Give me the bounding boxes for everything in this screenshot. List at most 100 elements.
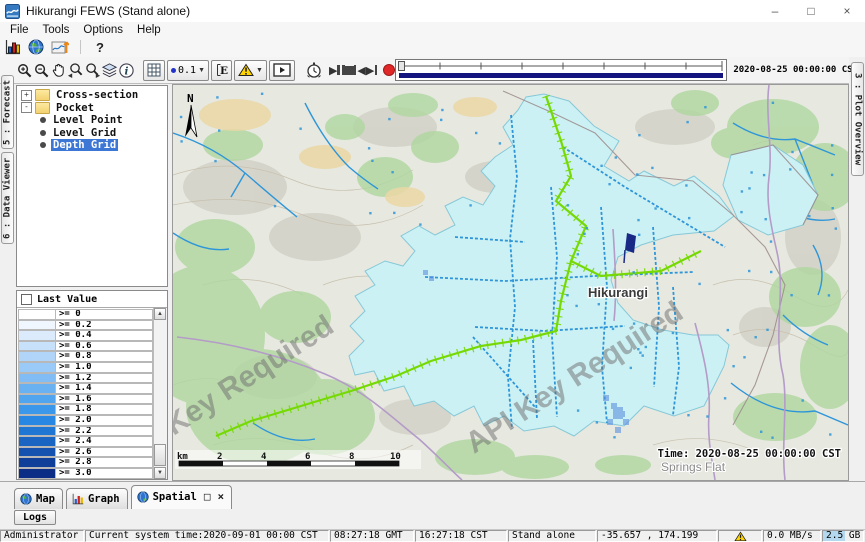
legend-swatch xyxy=(18,341,56,352)
legend-label: >= 1.6 xyxy=(56,394,153,405)
label-toggle-button[interactable]: E xyxy=(211,60,232,81)
zoom-in-icon[interactable] xyxy=(16,60,33,81)
legend-label: >= 1.4 xyxy=(56,383,153,394)
tree-item-label: Depth Grid xyxy=(51,139,118,151)
folder-icon xyxy=(35,102,50,114)
legend-row[interactable]: >= 2.0 xyxy=(18,415,153,426)
map-view[interactable]: API Key Required API Key Required Hikura… xyxy=(172,84,849,481)
skip-to-start-button[interactable]: ◀ xyxy=(354,60,365,80)
spatial-display-icon[interactable] xyxy=(51,39,69,55)
legend-row[interactable]: >= 2.8 xyxy=(18,457,153,468)
legend-row[interactable]: >= 1.8 xyxy=(18,404,153,415)
label-icon: E xyxy=(215,63,228,77)
tree-item-cross-section[interactable]: +Cross-section xyxy=(17,89,167,102)
timer-icon[interactable] xyxy=(305,60,323,81)
graph-icon xyxy=(72,493,84,505)
contour-interval-dropdown[interactable]: 0.1 ▼ xyxy=(167,60,209,81)
legend-row[interactable]: >= 1.6 xyxy=(18,394,153,405)
status-warning[interactable] xyxy=(718,530,762,542)
svg-text:km: km xyxy=(177,452,188,462)
menu-options[interactable]: Options xyxy=(76,24,130,36)
statistics-icon[interactable] xyxy=(5,39,21,55)
timeline-ruler xyxy=(396,60,726,72)
tree-item-level-point[interactable]: Level Point xyxy=(17,114,167,127)
zoom-out-icon[interactable] xyxy=(33,60,50,81)
menu-bar: File Tools Options Help xyxy=(0,22,865,37)
legend-row[interactable]: >= 0.4 xyxy=(18,330,153,341)
stop-button[interactable] xyxy=(345,60,354,80)
timeline-thumb[interactable] xyxy=(398,61,405,71)
legend-row[interactable]: >= 3.0 xyxy=(18,468,153,479)
map-globe-icon xyxy=(20,493,32,505)
animation-button[interactable] xyxy=(269,60,295,81)
legend-row[interactable]: >= 0.2 xyxy=(18,320,153,331)
tab-data-viewer[interactable]: 6 : Data Viewer xyxy=(1,152,14,244)
chevron-down-icon: ▼ xyxy=(256,67,263,74)
legend-row[interactable]: >= 1.0 xyxy=(18,362,153,373)
legend-row[interactable]: >= 3.2 xyxy=(18,479,153,480)
menu-tools[interactable]: Tools xyxy=(36,24,77,36)
minimize-button[interactable]: – xyxy=(757,0,793,22)
grid-display-button[interactable] xyxy=(143,60,165,81)
tab-forecast[interactable]: 5 : Forecast xyxy=(1,75,14,149)
legend-row[interactable]: >= 0.8 xyxy=(18,351,153,362)
menu-help[interactable]: Help xyxy=(130,24,168,36)
legend-row[interactable]: >= 2.2 xyxy=(18,426,153,437)
tree-item-level-grid[interactable]: Level Grid xyxy=(17,127,167,140)
tab-maximize-icon[interactable]: □ xyxy=(204,492,211,502)
skip-to-end-button[interactable]: ▶ xyxy=(366,60,377,80)
globe-icon[interactable] xyxy=(28,39,44,55)
zoom-next-icon[interactable] xyxy=(84,60,101,81)
tree-item-pocket[interactable]: - Pocket xyxy=(17,102,167,115)
spatial-globe-icon xyxy=(137,491,149,503)
status-mode: Stand alone xyxy=(508,530,596,542)
tree-expander[interactable]: - xyxy=(21,102,32,113)
play-button[interactable]: ▶ xyxy=(329,60,337,80)
timeline-slider[interactable] xyxy=(395,59,727,81)
scroll-down-icon[interactable]: ▼ xyxy=(154,467,166,479)
legend-row[interactable]: >= 0.6 xyxy=(18,341,153,352)
scale-bar: km 2 4 6 8 10 xyxy=(175,450,421,469)
legend-row[interactable]: >= 0 xyxy=(18,309,153,320)
tab-graph[interactable]: Graph xyxy=(66,488,128,509)
layers-icon[interactable] xyxy=(101,60,118,81)
legend-row[interactable]: >= 1.4 xyxy=(18,383,153,394)
logs-button[interactable]: Logs xyxy=(14,510,56,525)
record-button[interactable] xyxy=(383,60,395,80)
legend-label: >= 0.6 xyxy=(56,341,153,352)
legend-row[interactable]: >= 2.4 xyxy=(18,436,153,447)
legend-row[interactable]: >= 2.6 xyxy=(18,447,153,458)
zoom-previous-icon[interactable] xyxy=(67,60,84,81)
legend-swatch xyxy=(18,351,56,362)
scrollbar-thumb[interactable] xyxy=(154,444,166,466)
legend-label: >= 2.8 xyxy=(56,457,153,468)
legend-row[interactable]: >= 1.2 xyxy=(18,373,153,384)
scroll-up-icon[interactable]: ▲ xyxy=(154,308,166,320)
status-bar: Administrator Current system time:2020-0… xyxy=(0,529,865,542)
interval-value: 0.1 xyxy=(178,65,196,76)
last-value-label: Last Value xyxy=(37,294,97,305)
place-label-springs-flat: Springs Flat xyxy=(661,460,726,474)
pan-hand-icon[interactable] xyxy=(50,60,67,81)
legend-scrollbar[interactable]: ▲ ▼ xyxy=(153,308,167,479)
legend-swatch xyxy=(18,415,56,426)
pause-button[interactable] xyxy=(337,60,345,80)
tree-item-label: Pocket xyxy=(54,102,96,114)
menu-file[interactable]: File xyxy=(3,24,36,36)
tab-close-icon[interactable]: × xyxy=(217,492,224,502)
tree-expander[interactable]: + xyxy=(21,90,32,101)
close-button[interactable]: × xyxy=(829,0,865,22)
last-value-checkbox[interactable] xyxy=(21,294,32,305)
tree-item-depth-grid[interactable]: Depth Grid xyxy=(17,139,167,152)
warning-dropdown-button[interactable]: ▼ xyxy=(234,60,267,81)
legend-swatch xyxy=(18,373,56,384)
svg-text:4: 4 xyxy=(261,452,267,462)
help-button[interactable]: ? xyxy=(92,40,108,55)
maximize-button[interactable]: □ xyxy=(793,0,829,22)
filter-tree: +Cross-section- PocketLevel PointLevel Gr… xyxy=(16,85,168,287)
info-icon[interactable]: i xyxy=(118,60,135,81)
legend-label: >= 2.6 xyxy=(56,447,153,458)
tab-map[interactable]: Map xyxy=(14,488,63,509)
tab-spatial[interactable]: Spatial □ × xyxy=(131,485,233,509)
tab-plot-overview[interactable]: 3 : Plot Overview xyxy=(851,62,864,176)
